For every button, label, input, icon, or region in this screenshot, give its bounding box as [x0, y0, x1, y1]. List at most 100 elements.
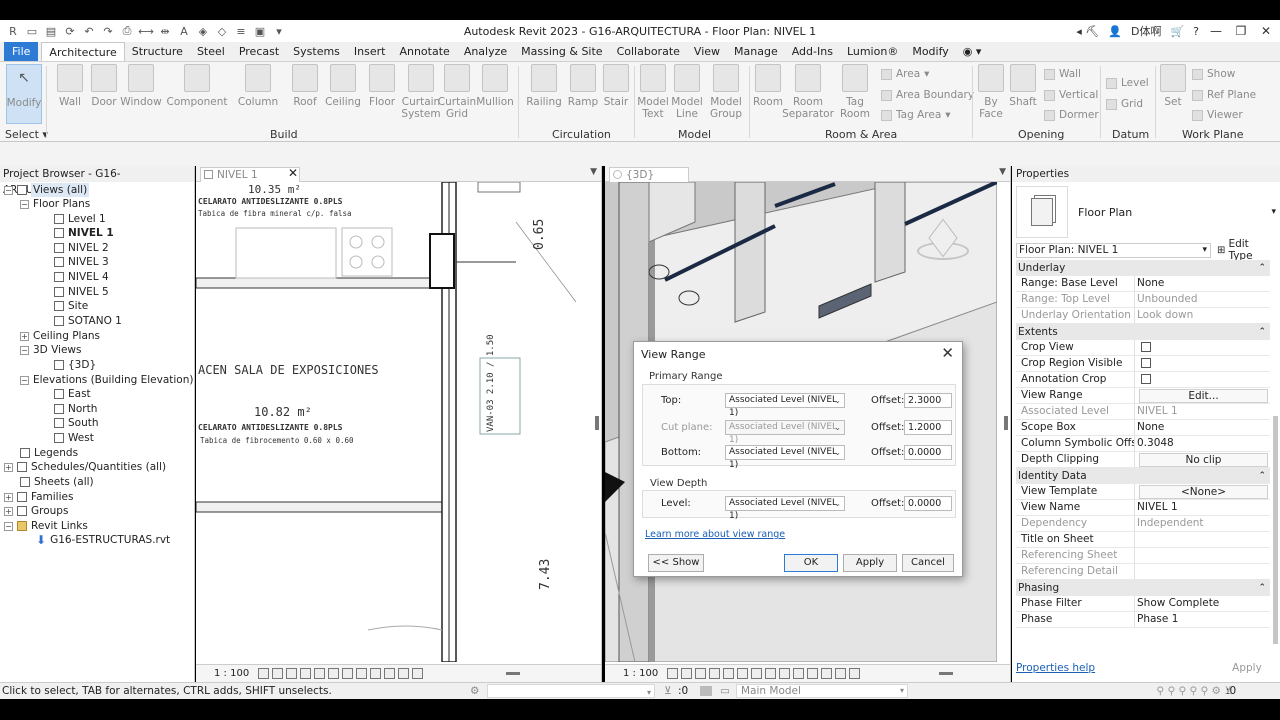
collapse-icon[interactable]: −: [20, 345, 29, 355]
set-button[interactable]: Set: [1160, 64, 1186, 126]
redo-icon[interactable]: ↷: [101, 24, 115, 38]
curtain-grid-button[interactable]: Curtain Grid: [438, 64, 476, 126]
visual-style-icon[interactable]: [272, 668, 283, 679]
room-separator-button[interactable]: Room Separator: [782, 64, 834, 126]
instance-selector[interactable]: Floor Plan: NIVEL 1 ▾: [1016, 242, 1212, 258]
room-button[interactable]: Room: [752, 64, 784, 126]
tree-floor-plans[interactable]: − Floor Plans: [20, 197, 90, 211]
tab-steel[interactable]: Steel: [190, 42, 232, 61]
help-icon[interactable]: ?: [1193, 25, 1199, 38]
viewer-button[interactable]: Viewer: [1192, 109, 1243, 121]
close-icon[interactable]: ✕: [1258, 24, 1274, 38]
collapse-icon[interactable]: −: [20, 375, 29, 385]
group-phasing[interactable]: Phasing ⌃: [1016, 580, 1270, 596]
model-line-button[interactable]: Model Line: [671, 64, 703, 126]
reveal-hidden-icon[interactable]: [793, 668, 804, 679]
show-button[interactable]: << Show: [648, 554, 704, 572]
3d-view-icon[interactable]: ◈: [196, 24, 210, 38]
group-underlay[interactable]: Underlay ⌃: [1016, 260, 1270, 276]
tab-manage[interactable]: Manage: [727, 42, 785, 61]
annotation-crop-checkbox[interactable]: [1141, 374, 1151, 384]
tree-sotano-1[interactable]: SOTANO 1: [54, 314, 122, 328]
properties-help-link[interactable]: Properties help: [1016, 662, 1095, 674]
tree-site[interactable]: Site: [54, 299, 88, 313]
tree-views-all[interactable]: − Views (all): [4, 183, 90, 197]
tree-elevations[interactable]: − Elevations (Building Elevation): [20, 373, 193, 387]
tree-level-1[interactable]: Level 1: [54, 212, 106, 226]
prop-title-on-sheet[interactable]: Title on Sheet: [1016, 532, 1270, 548]
highlight-icon[interactable]: [412, 668, 423, 679]
measure-icon[interactable]: ⟷: [138, 24, 154, 38]
print-icon[interactable]: ⎙: [120, 24, 134, 38]
select-dropdown[interactable]: Select ▾: [5, 128, 48, 141]
horizontal-scrollbar[interactable]: [506, 672, 520, 675]
prop-range-base-level[interactable]: Range: Base Level None: [1016, 276, 1270, 292]
render-icon[interactable]: [723, 668, 734, 679]
app-menu-icon[interactable]: R: [6, 24, 20, 38]
cancel-button[interactable]: Cancel: [902, 554, 954, 572]
sun-path-icon[interactable]: [286, 668, 297, 679]
section-icon[interactable]: ◇: [215, 24, 229, 38]
stair-button[interactable]: Stair: [602, 64, 630, 126]
analytical-model-icon[interactable]: [821, 668, 832, 679]
tag-room-button[interactable]: Tag Room: [838, 64, 872, 126]
learn-more-link[interactable]: Learn more about view range: [645, 529, 785, 540]
model-group-button[interactable]: Model Group: [708, 64, 744, 126]
by-face-button[interactable]: By Face: [977, 64, 1005, 126]
model-text-button[interactable]: Model Text: [637, 64, 669, 126]
edit-type-button[interactable]: Edit Type: [1228, 238, 1276, 262]
vertical-scrollbar[interactable]: [595, 416, 599, 430]
tab-modify[interactable]: Modify: [905, 42, 955, 61]
tab-add-ins[interactable]: Add-Ins: [785, 42, 840, 61]
bottom-offset-input[interactable]: 0.0000: [904, 445, 952, 460]
wall-button[interactable]: Wall: [55, 64, 85, 126]
expand-icon[interactable]: +: [4, 506, 13, 516]
workset-selector[interactable]: ▾: [487, 684, 655, 698]
roof-button[interactable]: Roof: [290, 64, 320, 126]
highlight-icon[interactable]: [835, 668, 846, 679]
collapse-icon[interactable]: −: [4, 185, 13, 195]
tab-collaborate[interactable]: Collaborate: [610, 42, 687, 61]
tab-view[interactable]: View: [687, 42, 727, 61]
area-boundary-button[interactable]: Area Boundary: [881, 89, 974, 101]
crop-region-checkbox[interactable]: [1141, 358, 1151, 368]
ceiling-button[interactable]: Ceiling: [325, 64, 361, 126]
view-template-button[interactable]: <None>: [1139, 485, 1268, 499]
group-extents[interactable]: Extents ⌃: [1016, 324, 1270, 340]
show-crop-icon[interactable]: [328, 668, 339, 679]
tab-insert[interactable]: Insert: [347, 42, 393, 61]
undo-icon[interactable]: ↶: [82, 24, 96, 38]
temp-hide-icon[interactable]: [779, 668, 790, 679]
constraints-icon[interactable]: [849, 668, 860, 679]
mullion-button[interactable]: Mullion: [476, 64, 514, 126]
collapse-icon[interactable]: ⌃: [1258, 260, 1266, 276]
horizontal-scrollbar[interactable]: [939, 672, 953, 675]
visual-style-icon[interactable]: [681, 668, 692, 679]
component-button[interactable]: Component: [167, 64, 227, 126]
ok-button[interactable]: OK: [784, 554, 838, 572]
view-tab-3d[interactable]: {3D}: [609, 167, 689, 182]
prop-phase-filter[interactable]: Phase Filter Show Complete: [1016, 596, 1270, 612]
area-button[interactable]: Area ▾: [881, 68, 929, 80]
lock-view-icon[interactable]: [765, 668, 776, 679]
collapse-icon[interactable]: ⌃: [1258, 580, 1266, 596]
vertical-scrollbar[interactable]: [1004, 416, 1008, 430]
crop-view-icon[interactable]: [314, 668, 325, 679]
tab-lumion[interactable]: Lumion®: [840, 42, 905, 61]
worksharing-icon[interactable]: [384, 668, 395, 679]
sun-path-icon[interactable]: [695, 668, 706, 679]
close-hidden-icon[interactable]: ▣: [253, 24, 267, 38]
floor-plan-view[interactable]: NIVEL 1 ✕ ▼ 10.35 m² CELARATO ANTIDESLIZ…: [196, 166, 602, 682]
cart-icon[interactable]: 🛒: [1170, 25, 1184, 38]
tree-link-file[interactable]: ⬇ G16-ESTRUCTURAS.rvt: [36, 533, 170, 547]
tree-north[interactable]: North: [54, 402, 97, 416]
view-tab-menu-icon[interactable]: ▼: [590, 167, 597, 177]
tree-3d[interactable]: {3D}: [54, 358, 96, 372]
worksets-icon[interactable]: ⚙: [470, 683, 479, 699]
tree-schedules[interactable]: + Schedules/Quantities (all): [4, 460, 166, 474]
crop-view-checkbox[interactable]: [1141, 342, 1151, 352]
close-view-icon[interactable]: ✕: [288, 166, 298, 180]
ramp-button[interactable]: Ramp: [568, 64, 598, 126]
shaft-button[interactable]: Shaft: [1008, 64, 1038, 126]
apply-button[interactable]: Apply: [843, 554, 897, 572]
